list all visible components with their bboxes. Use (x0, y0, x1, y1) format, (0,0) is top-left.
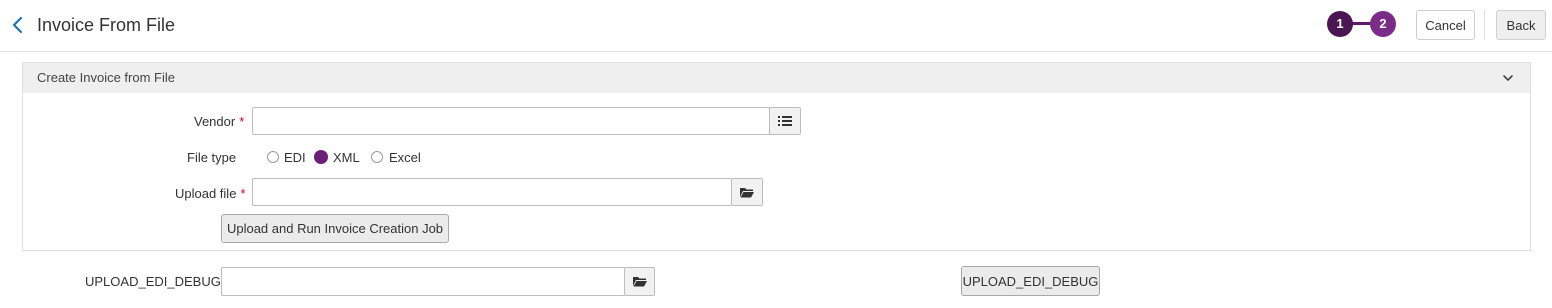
header-divider (1484, 10, 1485, 40)
page-title: Invoice From File (37, 15, 176, 35)
radio-excel[interactable] (371, 151, 383, 163)
file-type-label: File type (187, 150, 237, 165)
section-header[interactable]: Create Invoice from File (23, 63, 1530, 93)
radio-xml-label: XML (333, 150, 360, 165)
upload-browse-button[interactable] (731, 178, 763, 206)
vendor-label-row: Vendor * (194, 114, 244, 129)
section-title: Create Invoice from File (37, 70, 175, 85)
upload-edi-debug-input[interactable] (221, 267, 625, 296)
chevron-down-icon[interactable] (1502, 73, 1514, 83)
vendor-lookup-button[interactable] (769, 107, 801, 135)
step-2-indicator[interactable]: 2 (1370, 11, 1396, 37)
back-button[interactable]: Back (1496, 10, 1546, 40)
required-mark: * (239, 114, 245, 129)
required-mark: * (240, 186, 246, 201)
step-1-indicator[interactable]: 1 (1327, 11, 1353, 37)
radio-excel-label: Excel (389, 150, 421, 165)
radio-edi[interactable] (267, 151, 279, 163)
vendor-input[interactable] (252, 107, 770, 135)
page-header: Invoice From File 1 2 Cancel Back (0, 0, 1552, 52)
upload-edi-debug-label: UPLOAD_EDI_DEBUG (85, 274, 221, 289)
upload-edi-debug-button[interactable]: UPLOAD_EDI_DEBUG (961, 266, 1100, 296)
list-icon (778, 116, 792, 126)
upload-label-row: Upload file * (175, 186, 246, 201)
upload-run-job-button[interactable]: Upload and Run Invoice Creation Job (221, 214, 449, 243)
create-invoice-section: Create Invoice from File Vendor * File ty… (22, 62, 1531, 251)
radio-edi-label: EDI (284, 150, 306, 165)
folder-icon (740, 187, 754, 197)
chevron-left-icon[interactable] (8, 14, 28, 36)
upload-file-label: Upload file (175, 186, 237, 201)
folder-icon (632, 277, 647, 287)
upload-file-input[interactable] (252, 178, 732, 206)
vendor-label: Vendor (194, 114, 236, 129)
cancel-button[interactable]: Cancel (1416, 10, 1475, 40)
debug-browse-button[interactable] (624, 267, 655, 296)
radio-xml[interactable] (314, 150, 328, 164)
